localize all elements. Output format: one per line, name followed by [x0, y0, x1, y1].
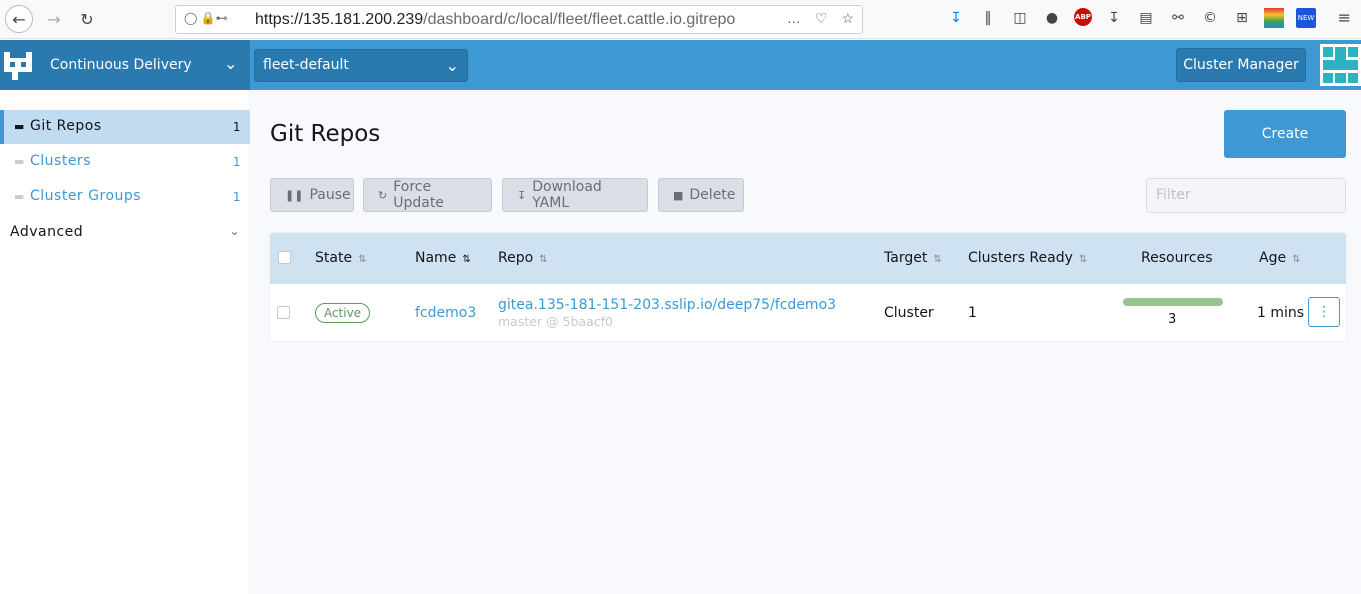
column-repo[interactable]: Repo ⇅	[498, 250, 548, 266]
chevron-down-icon: ⌄	[229, 224, 240, 238]
repo-url-link[interactable]: gitea.135-181-151-203.sslip.io/deep75/fc…	[498, 297, 836, 313]
sidebar-group-advanced[interactable]: Advanced ⌄	[10, 224, 242, 240]
trash-icon: ■	[673, 188, 684, 202]
sidebar-item-clusters[interactable]: ▬ Clusters 1	[0, 145, 250, 179]
download-yaml-button[interactable]: ↧ Download YAML	[502, 178, 648, 212]
download-icon: ↧	[517, 188, 527, 202]
forward-icon[interactable]: →	[40, 5, 68, 33]
delete-label: Delete	[689, 187, 736, 203]
force-update-button[interactable]: ↻ Force Update	[363, 178, 492, 212]
sidebar-item-git-repos[interactable]: ▬ Git Repos 1	[0, 110, 250, 144]
library-icon[interactable]: ‖	[978, 8, 998, 28]
folder-icon: ▬	[14, 190, 25, 203]
repo-commit: master @ 5baacf0	[498, 314, 613, 329]
chevron-down-icon: ⌄	[445, 56, 459, 75]
target-value: Cluster	[884, 305, 934, 321]
create-button[interactable]: Create	[1224, 110, 1346, 158]
download-yaml-label: Download YAML	[532, 179, 602, 211]
sidebar-item-label: Cluster Groups	[30, 188, 142, 204]
table-header: State ⇅ Name ⇅ Repo ⇅ Target ⇅ Clusters Read…	[270, 233, 1346, 284]
new-extension-icon[interactable]: NEW	[1296, 8, 1316, 28]
link-icon[interactable]: ⚯	[1168, 8, 1188, 28]
workspace-value: fleet-default	[263, 57, 349, 73]
folder-icon: ▬	[14, 155, 25, 168]
avatar[interactable]	[1320, 44, 1361, 86]
column-resources: Resources	[1141, 250, 1213, 266]
column-name[interactable]: Name ⇅	[415, 250, 471, 266]
sidebar-item-label: Git Repos	[30, 118, 102, 134]
pocket-icon[interactable]: ♡	[815, 10, 828, 27]
main-content: Git Repos Create ❚❚ Pause ↻ Force Update…	[250, 90, 1361, 594]
sidebar: ▬ Git Repos 1 ▬ Clusters 1 ▬ Cluster Gro…	[0, 90, 250, 594]
product-switcher[interactable]: Continuous Delivery ⌄	[0, 40, 250, 90]
sidebar-item-count: 1	[232, 120, 241, 134]
column-state[interactable]: State ⇅	[315, 250, 366, 266]
more-vertical-icon: ⋮	[1317, 304, 1331, 320]
row-checkbox[interactable]	[277, 306, 290, 319]
sidebar-item-count: 1	[232, 190, 241, 204]
column-target[interactable]: Target ⇅	[884, 250, 942, 266]
sidebar-item-count: 1	[232, 155, 241, 169]
pause-button[interactable]: ❚❚ Pause	[270, 178, 354, 212]
app-header: Continuous Delivery ⌄ fleet-default ⌄ Cl…	[0, 40, 1361, 90]
account-icon[interactable]: ●	[1042, 8, 1062, 28]
sidebar-group-label: Advanced	[10, 224, 84, 240]
sort-icon: ⇅	[1292, 254, 1301, 265]
status-badge: Active	[315, 303, 370, 323]
crop-icon[interactable]: ⊞	[1232, 8, 1252, 28]
hamburger-menu-icon[interactable]: ≡	[1338, 8, 1351, 27]
adblock-icon[interactable]: ABP	[1074, 8, 1092, 26]
clusters-ready-value: 1	[968, 305, 977, 321]
bookmark-star-icon[interactable]: ☆	[841, 10, 854, 27]
sidebar-item-cluster-groups[interactable]: ▬ Cluster Groups 1	[0, 180, 250, 214]
chevron-down-icon[interactable]: ⌄	[224, 54, 237, 73]
delete-button[interactable]: ■ Delete	[658, 178, 744, 212]
sidebar-item-label: Clusters	[30, 153, 91, 169]
sort-icon: ⇅	[539, 254, 548, 265]
download-icon[interactable]: ↧	[946, 8, 966, 28]
fleet-logo-icon	[4, 52, 32, 80]
repo-name-link[interactable]: fcdemo3	[415, 305, 476, 321]
git-repos-table: State ⇅ Name ⇅ Repo ⇅ Target ⇅ Clusters Read…	[270, 233, 1346, 341]
age-value: 1 mins	[1257, 305, 1305, 321]
site-info-icon[interactable]: ◯ 🔒⊷	[184, 11, 244, 29]
sort-icon: ⇅	[462, 254, 471, 265]
page-actions-icon[interactable]: …	[787, 10, 801, 27]
page-title: Git Repos	[270, 121, 381, 147]
screenshot-icon[interactable]: ▤	[1136, 8, 1156, 28]
select-all-checkbox[interactable]	[278, 251, 291, 264]
refresh-icon: ↻	[378, 188, 388, 202]
sort-icon: ⇅	[1078, 254, 1088, 265]
address-bar[interactable]: ◯ 🔒⊷ https://135.181.200.239/dashboard/c…	[175, 5, 863, 34]
sidebar-toggle-icon[interactable]: ◫	[1010, 8, 1030, 28]
browser-toolbar: ← → ↻ ◯ 🔒⊷ https://135.181.200.239/dashb…	[0, 0, 1361, 39]
filter-input[interactable]: Filter	[1146, 178, 1346, 213]
force-update-label: Force Update	[393, 179, 444, 211]
back-icon[interactable]: ←	[5, 5, 33, 33]
product-name: Continuous Delivery	[50, 57, 192, 73]
url-path: /dashboard/c/local/fleet/fleet.cattle.io…	[423, 11, 736, 28]
url-host: https://135.181.200.239	[255, 11, 424, 28]
workspace-select[interactable]: fleet-default ⌄	[254, 49, 468, 82]
color-extension-icon[interactable]	[1264, 8, 1284, 28]
pause-icon: ❚❚	[285, 188, 304, 202]
copyright-icon[interactable]: ©	[1200, 8, 1220, 28]
resources-count: 3	[1168, 312, 1177, 327]
column-clusters-ready[interactable]: Clusters Ready ⇅	[968, 250, 1087, 266]
pause-label: Pause	[309, 187, 351, 203]
download-arrow-icon[interactable]: ↧	[1104, 8, 1124, 28]
column-age[interactable]: Age ⇅	[1259, 250, 1300, 266]
resources-bar	[1123, 298, 1223, 306]
cluster-manager-button[interactable]: Cluster Manager	[1176, 48, 1306, 82]
folder-icon: ▬	[14, 120, 25, 133]
row-actions-button[interactable]: ⋮	[1308, 297, 1340, 327]
reload-icon[interactable]: ↻	[73, 5, 101, 33]
sort-icon: ⇅	[358, 254, 367, 265]
sort-icon: ⇅	[933, 254, 942, 265]
